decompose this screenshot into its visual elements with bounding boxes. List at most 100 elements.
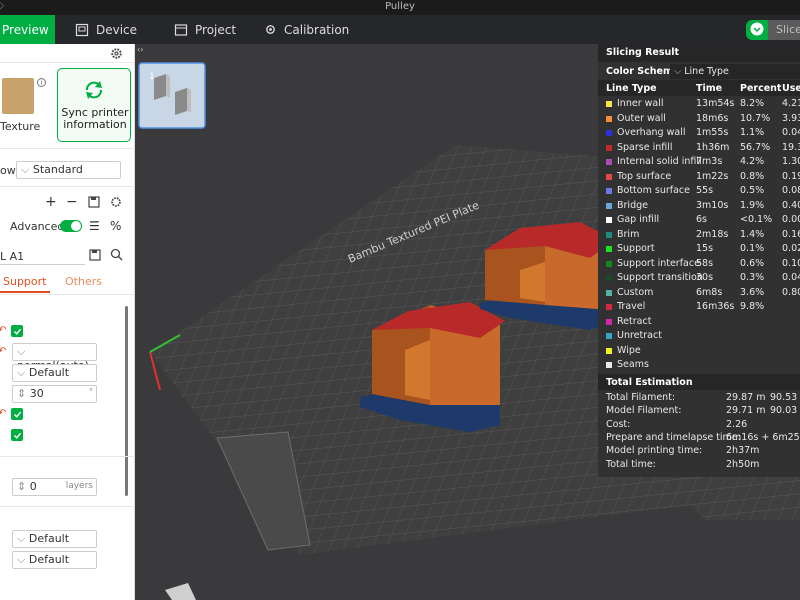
chevron-down-icon: ⌵ [17,553,26,566]
critical-regions-checkbox[interactable] [11,429,23,441]
line-type-row[interactable]: Bridge 3m10s 1.9% 0.40 [598,199,800,213]
line-type-row[interactable]: Travel 16m36s 9.8% [598,300,800,314]
reset-icon[interactable]: ↶ [0,346,6,357]
pattern-select[interactable]: ⌵ Default [12,551,97,569]
main-tab-bar: Preview Device Project Calibration [0,15,800,44]
total-value: 6m16s + 6m25s [726,431,800,443]
line-type-row[interactable]: Unretract [598,329,800,343]
process-preset-field[interactable] [0,247,85,265]
line-type-time: 15s [696,243,714,254]
line-type-used: 0.02 [782,243,800,254]
color-scheme-value: Line Type [684,66,729,77]
save-preset-icon[interactable] [88,196,100,211]
line-type-swatch [606,275,612,281]
threshold-input[interactable]: ⇕ 30 ° [12,385,97,403]
type-value: Default [28,366,70,379]
line-type-row[interactable]: Top surface 1m22s 0.8% 0.19 [598,170,800,184]
line-type-used: 4.21 [782,98,800,109]
line-type-row[interactable]: Sparse infill 1h36m 56.7% 19.3 [598,141,800,155]
line-type-row[interactable]: Inner wall 13m54s 8.2% 4.21 [598,97,800,111]
remove-minus-icon[interactable]: − [66,194,78,210]
line-type-swatch [606,362,612,368]
collapse-sidebar-icon: ‹› [137,45,143,54]
tab-support[interactable]: Support [3,275,46,288]
tab-device[interactable]: Device [75,15,137,44]
line-type-name: Top surface [617,170,672,182]
filament-label: Texture [0,120,41,133]
list-icon[interactable]: ☰ [89,219,100,233]
line-type-name: Overhang wall [617,127,686,138]
line-type-swatch [606,260,612,267]
tab-device-label: Device [96,22,138,37]
compare-icon[interactable]: % [110,219,121,233]
spinner-icon: ⇕ [17,480,27,493]
flow-select[interactable]: ⌵ Standard [16,161,121,179]
line-type-time: 16m36s [696,301,735,312]
settings-gear-icon[interactable] [110,47,123,63]
line-type-row[interactable]: Gap infill 6s <0.1% 0.00 [598,213,800,227]
line-type-row[interactable]: Outer wall 18m6s 10.7% 3.93 [598,112,800,126]
tab-preview[interactable]: Preview [0,15,55,44]
chevron-down-icon: ⌵ [17,366,26,379]
divider [0,294,135,295]
line-type-name: Wipe [617,344,641,356]
line-type-row[interactable]: Overhang wall 1m55s 1.1% 0.04 [598,126,800,140]
line-type-row[interactable]: Support interface58s 0.6% 0.10 [598,257,800,271]
style-select[interactable]: ⌵ normal(auto) [12,343,97,372]
line-type-swatch [606,130,612,136]
reset-icon[interactable]: ↶ [0,325,6,336]
line-type-row[interactable]: Internal solid infill7m3s 4.2% 1.30 [598,155,800,169]
line-type-name: Gap infill [617,214,660,225]
panel-scrollbar[interactable] [125,306,128,496]
line-type-row[interactable]: Support transition30s 0.3% 0.04 [598,271,800,285]
layers-unit: layers [65,481,93,491]
total-estimation-row: Total time: 2h50m [598,459,800,472]
line-type-percent: 1.9% [740,199,765,211]
line-type-row[interactable]: Brim 2m18s 1.4% 0.16 [598,228,800,242]
tab-others[interactable]: Others [65,275,102,288]
advanced-toggle[interactable] [60,220,82,232]
sync-printer-card[interactable]: Sync printer information [57,68,131,142]
on-build-plate-checkbox[interactable] [11,408,23,420]
slice-dropdown-toggle[interactable] [746,20,768,40]
total-estimation-header: Total Estimation [598,374,800,390]
save-icon[interactable] [89,249,101,264]
line-type-row[interactable]: Support 15s 0.1% 0.02 [598,242,800,256]
tab-calibration[interactable]: Calibration [264,15,349,44]
slicing-result-title: Slicing Result [598,44,800,62]
info-icon[interactable]: i [37,78,46,87]
reset-icon[interactable]: ↶ [0,408,6,419]
line-type-time: 55s [696,185,714,196]
raft-select[interactable]: ⌵ Default [12,530,97,548]
line-type-swatch [606,101,612,107]
tab-project[interactable]: Project [174,15,236,44]
search-icon[interactable] [110,248,123,264]
line-type-row[interactable]: Custom 6m8s 3.6% 0.80 [598,286,800,300]
line-type-time: 1m55s [696,127,729,138]
line-type-row[interactable]: Bottom surface 55s 0.5% 0.08 [598,184,800,198]
total-estimation-title: Total Estimation [606,377,693,388]
layers-input[interactable]: ⇕ 0 layers [12,478,97,496]
line-type-used: 0.16 [782,228,800,240]
column-header-used: Used [782,83,800,94]
color-scheme-select[interactable]: ⌵ Line Type [670,64,800,79]
line-type-name: Sparse infill [617,141,673,153]
line-type-row[interactable]: Seams [598,358,800,372]
line-type-row[interactable]: Retract [598,315,800,329]
type-select[interactable]: ⌵ Default [12,364,97,382]
chevron-down-icon: ⌵ [17,532,26,545]
add-plus-icon[interactable]: + [45,194,57,210]
filament-swatch[interactable] [2,78,34,114]
total-weight: 90.53 g [770,392,800,403]
enable-support-checkbox[interactable] [11,325,23,337]
plate-number: 1 [149,72,155,82]
total-estimation-row: Prepare and timelapse time: 6m16s + 6m25s [598,432,800,445]
line-type-time: 6s [696,214,707,225]
preset-gear-icon[interactable] [110,196,122,211]
tab-project-label: Project [195,22,237,37]
line-type-row[interactable]: Wipe [598,344,800,358]
sync-label: Sync printer information [61,106,129,131]
slice-button[interactable]: Slice [768,20,800,40]
total-value: 29.87 m [726,392,766,403]
total-weight: 90.03 g [770,405,800,417]
